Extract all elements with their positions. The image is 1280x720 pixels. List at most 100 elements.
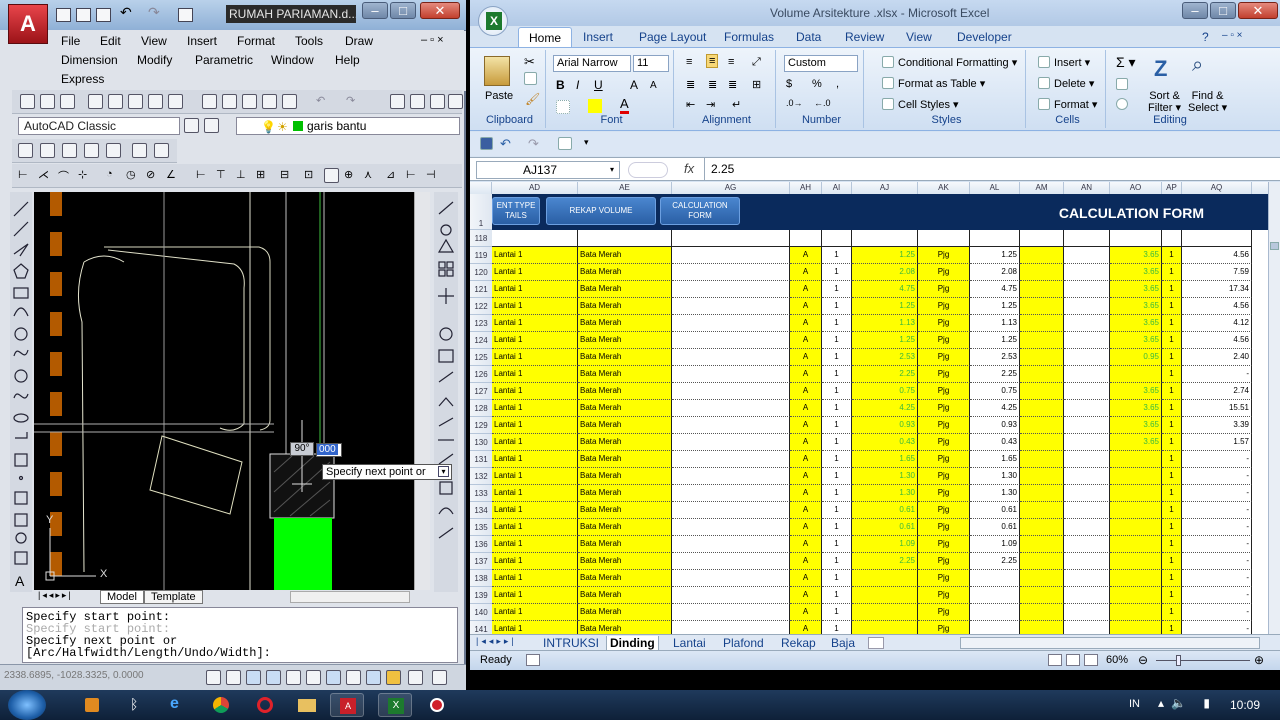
- etransmit-icon[interactable]: [168, 94, 183, 109]
- table-cell[interactable]: Bata Merah: [578, 621, 672, 634]
- save-icon[interactable]: [96, 8, 111, 22]
- table-cell[interactable]: [1064, 349, 1110, 366]
- clean-screen-icon[interactable]: [432, 670, 447, 685]
- dyn-input-icon[interactable]: [366, 670, 381, 685]
- font-color-icon[interactable]: A: [620, 97, 629, 114]
- table-cell[interactable]: [1064, 553, 1110, 570]
- row-number[interactable]: 132: [470, 468, 492, 485]
- table-cell[interactable]: 1: [1162, 264, 1182, 281]
- table-cell[interactable]: [1020, 315, 1064, 332]
- table-cell[interactable]: 3.65: [1110, 264, 1162, 281]
- table-cell[interactable]: Bata Merah: [578, 383, 672, 400]
- table-cell[interactable]: 1.65: [970, 451, 1020, 468]
- copy-icon[interactable]: [222, 94, 237, 109]
- table-cell[interactable]: 0.61: [970, 519, 1020, 536]
- undo-icon[interactable]: ↶: [120, 4, 135, 20]
- tab-view[interactable]: View: [906, 30, 932, 44]
- wrap-text-icon[interactable]: ↵: [732, 98, 741, 111]
- table-cell[interactable]: A: [790, 485, 822, 502]
- table-cell[interactable]: [672, 604, 790, 621]
- decrease-indent-icon[interactable]: ⇤: [686, 98, 695, 111]
- menu-express[interactable]: Express: [61, 72, 104, 86]
- table-cell[interactable]: Lantai 1: [492, 400, 578, 417]
- table-cell[interactable]: [672, 400, 790, 417]
- lineweight-icon[interactable]: [386, 670, 401, 685]
- table-cell[interactable]: [1020, 468, 1064, 485]
- table-cell[interactable]: Bata Merah: [578, 281, 672, 298]
- table-cell[interactable]: [918, 230, 970, 247]
- pan-icon[interactable]: [390, 94, 405, 109]
- menu-modify[interactable]: Modify: [137, 53, 172, 67]
- table-cell[interactable]: 1.30: [852, 485, 918, 502]
- table-cell[interactable]: Pjg: [918, 536, 970, 553]
- table-cell[interactable]: [1064, 332, 1110, 349]
- number-format-combo[interactable]: Custom: [784, 55, 858, 72]
- row-number[interactable]: 121: [470, 281, 492, 298]
- table-cell[interactable]: 1.30: [852, 468, 918, 485]
- table-cell[interactable]: 1: [1162, 366, 1182, 383]
- table-cell[interactable]: [672, 468, 790, 485]
- table-cell[interactable]: [1020, 247, 1064, 264]
- table-cell[interactable]: 1.25: [852, 298, 918, 315]
- workspace-settings-icon[interactable]: [184, 118, 199, 133]
- menu-format[interactable]: Format: [237, 34, 275, 48]
- table-cell[interactable]: A: [790, 400, 822, 417]
- cell-styles-button[interactable]: Cell Styles ▾: [882, 98, 959, 111]
- menu-dimension[interactable]: Dimension: [61, 53, 118, 67]
- conceptual-icon[interactable]: [106, 143, 121, 158]
- table-cell[interactable]: A: [790, 536, 822, 553]
- clear-icon[interactable]: [1116, 98, 1128, 110]
- table-cell[interactable]: 2.25: [970, 366, 1020, 383]
- row-number[interactable]: 135: [470, 519, 492, 536]
- table-cell[interactable]: A: [790, 264, 822, 281]
- table-cell[interactable]: [1064, 417, 1110, 434]
- table-cell[interactable]: [1064, 281, 1110, 298]
- formula-bar-resizer[interactable]: [628, 162, 668, 178]
- table-cell[interactable]: Pjg: [918, 604, 970, 621]
- table-cell[interactable]: Lantai 1: [492, 247, 578, 264]
- menu-view[interactable]: View: [141, 34, 167, 48]
- table-cell[interactable]: Bata Merah: [578, 485, 672, 502]
- table-cell[interactable]: Pjg: [918, 434, 970, 451]
- table-cell[interactable]: [672, 366, 790, 383]
- select-all-corner[interactable]: [470, 182, 492, 194]
- table-cell[interactable]: [1064, 485, 1110, 502]
- table-cell[interactable]: 1: [1162, 332, 1182, 349]
- table-cell[interactable]: 1: [1162, 281, 1182, 298]
- table-cell[interactable]: [1064, 587, 1110, 604]
- align-middle-icon[interactable]: ≡: [706, 54, 719, 68]
- table-cell[interactable]: Lantai 1: [492, 281, 578, 298]
- delete-cells-button[interactable]: Delete ▾: [1038, 77, 1094, 90]
- table-cell[interactable]: Pjg: [918, 502, 970, 519]
- table-cell[interactable]: 1: [1162, 553, 1182, 570]
- column-header[interactable]: AD: [492, 182, 578, 194]
- table-cell[interactable]: Pjg: [918, 570, 970, 587]
- paste-icon[interactable]: [484, 56, 510, 86]
- sheet-tab-dinding[interactable]: Dinding: [606, 636, 659, 651]
- scroll-thumb[interactable]: [1270, 242, 1279, 250]
- redo-icon[interactable]: ↷: [148, 4, 163, 20]
- table-cell[interactable]: 1: [1162, 451, 1182, 468]
- increase-decimal-icon[interactable]: .0→: [786, 98, 803, 108]
- table-cell[interactable]: [578, 230, 672, 247]
- table-cell[interactable]: 1: [822, 315, 852, 332]
- table-cell[interactable]: 1: [822, 332, 852, 349]
- table-cell[interactable]: Pjg: [918, 315, 970, 332]
- font-name-combo[interactable]: Arial Narrow: [553, 55, 631, 72]
- table-cell[interactable]: Lantai 1: [492, 468, 578, 485]
- table-cell[interactable]: 2.08: [852, 264, 918, 281]
- table-cell[interactable]: [1064, 434, 1110, 451]
- radius-icon[interactable]: ◔: [106, 168, 121, 183]
- row-number[interactable]: 123: [470, 315, 492, 332]
- table-cell[interactable]: A: [790, 281, 822, 298]
- table-cell[interactable]: [1064, 264, 1110, 281]
- table-cell[interactable]: 3.65: [1110, 400, 1162, 417]
- table-cell[interactable]: Bata Merah: [578, 298, 672, 315]
- aligned-dim-icon[interactable]: ⋌: [38, 168, 53, 183]
- table-cell[interactable]: Pjg: [918, 247, 970, 264]
- 3d-print-icon[interactable]: [148, 94, 163, 109]
- tab-template[interactable]: Template: [144, 590, 203, 604]
- table-cell[interactable]: A: [790, 468, 822, 485]
- table-cell[interactable]: [1064, 247, 1110, 264]
- table-cell[interactable]: [1064, 315, 1110, 332]
